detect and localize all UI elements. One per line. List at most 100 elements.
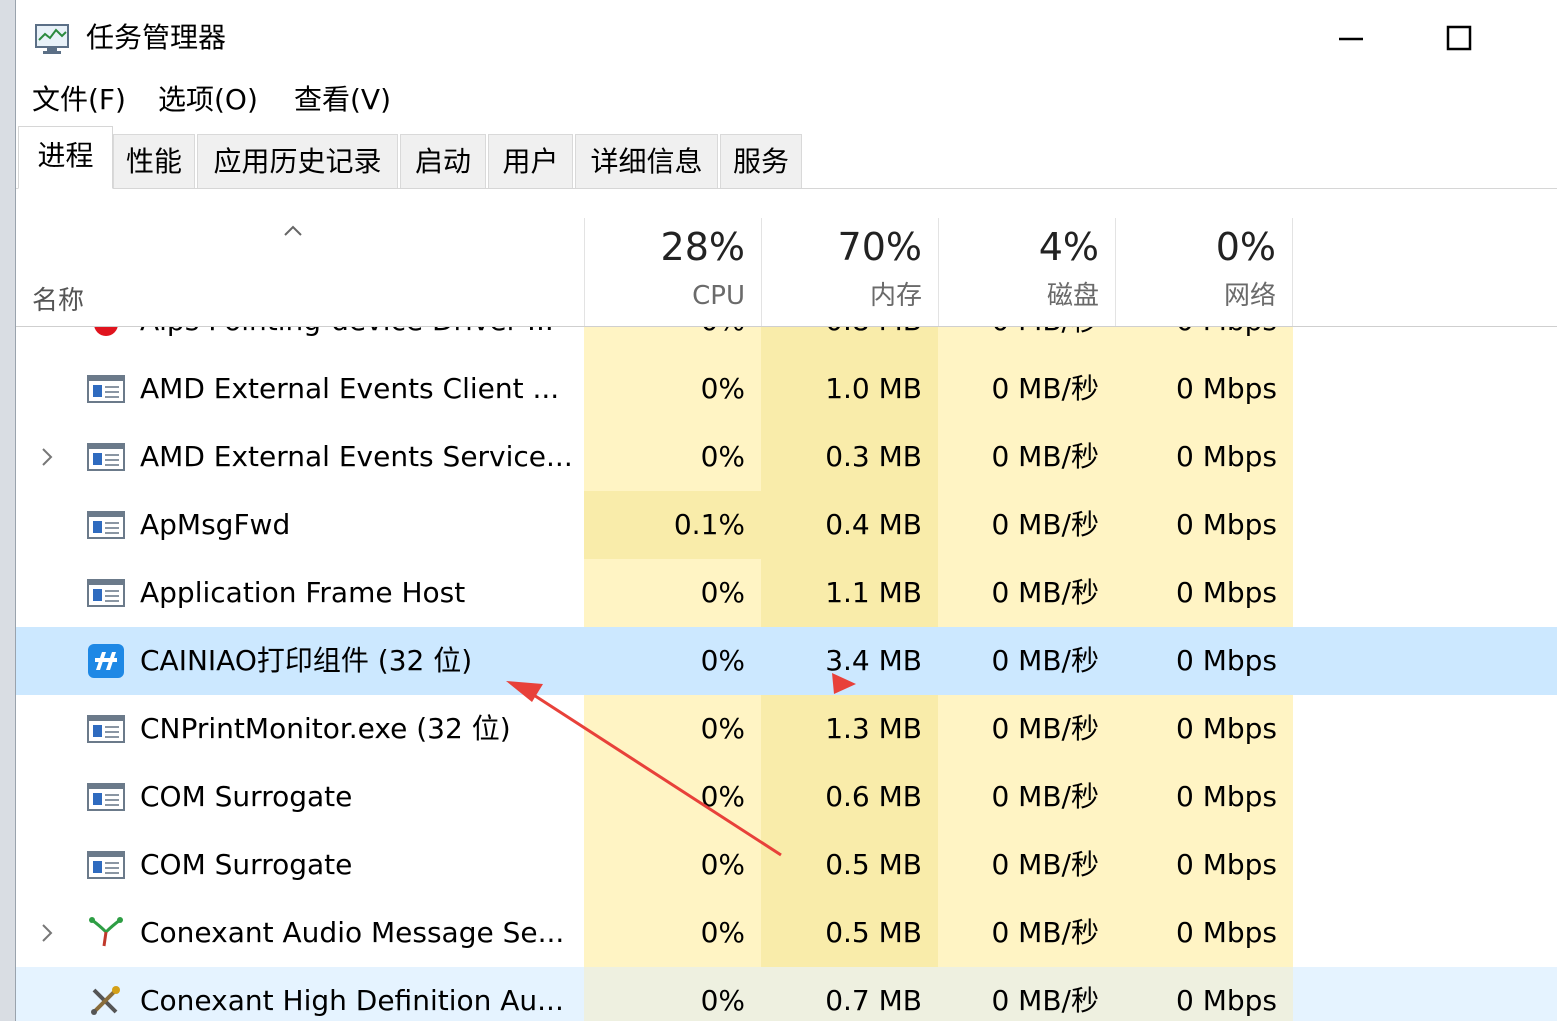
maximize-button[interactable]	[1429, 14, 1489, 62]
process-name-cell: COM Surrogate	[16, 763, 584, 831]
table-row[interactable]: AMD External Events Client ... 0% 1.0 MB…	[16, 355, 1557, 423]
network-value: 0 Mbps	[1115, 559, 1293, 627]
memory-column-label: 内存	[869, 281, 922, 311]
network-value: 0 Mbps	[1115, 899, 1293, 967]
window-icon	[86, 780, 126, 814]
process-name-cell: CAINIAO打印组件 (32 位)	[16, 627, 584, 695]
window-icon	[86, 508, 126, 542]
network-value: 0 Mbps	[1115, 491, 1293, 559]
network-column-label: 网络	[1223, 281, 1276, 311]
conexant-tools-icon	[86, 984, 126, 1018]
tab-performance[interactable]: 性能	[113, 134, 195, 188]
alps-pointing-icon	[86, 327, 126, 338]
process-name: AMD External Events Client ...	[140, 372, 560, 405]
process-name-cell: Conexant Audio Message Se...	[16, 899, 584, 967]
process-name-cell: Application Frame Host	[16, 559, 584, 627]
network-value: 0 Mbps	[1115, 695, 1293, 763]
table-row[interactable]: Alps Pointing-device Driver ... 0% 0.8 M…	[16, 327, 1557, 355]
process-name: Alps Pointing-device Driver ...	[140, 327, 554, 355]
network-value: 0 Mbps	[1115, 355, 1293, 423]
cpu-total-percent: 28%	[660, 225, 745, 269]
memory-value: 1.0 MB	[761, 355, 938, 423]
disk-value: 0 MB/秒	[938, 763, 1115, 831]
cpu-value: 0%	[584, 967, 761, 1021]
disk-total-percent: 4%	[1038, 225, 1099, 269]
column-header-cpu[interactable]: 28% CPU	[584, 218, 761, 326]
cpu-value: 0%	[584, 627, 761, 695]
disk-value: 0 MB/秒	[938, 559, 1115, 627]
network-value: 0 Mbps	[1115, 831, 1293, 899]
tab-app-history[interactable]: 应用历史记录	[197, 134, 398, 188]
cainiao-print-icon	[86, 644, 126, 678]
expand-chevron-icon[interactable]	[38, 443, 56, 471]
cpu-value: 0%	[584, 355, 761, 423]
table-row[interactable]: Application Frame Host 0% 1.1 MB 0 MB/秒 …	[16, 559, 1557, 627]
tab-processes[interactable]: 进程	[18, 126, 113, 189]
column-header-memory[interactable]: 70% 内存	[761, 218, 938, 326]
table-row[interactable]: CNPrintMonitor.exe (32 位) 0% 1.3 MB 0 MB…	[16, 695, 1557, 763]
memory-value: 1.1 MB	[761, 559, 938, 627]
process-name: COM Surrogate	[140, 780, 353, 813]
tab-details[interactable]: 详细信息	[575, 134, 718, 188]
menu-options[interactable]: 选项(O)	[158, 78, 258, 122]
memory-value: 1.3 MB	[761, 695, 938, 763]
window-icon	[86, 372, 126, 406]
process-list: Alps Pointing-device Driver ... 0% 0.8 M…	[16, 327, 1557, 1021]
sort-ascending-icon[interactable]	[278, 220, 308, 240]
cpu-value: 0%	[584, 899, 761, 967]
network-value: 0 Mbps	[1115, 763, 1293, 831]
process-name: ApMsgFwd	[140, 508, 291, 541]
table-row[interactable]: ApMsgFwd 0.1% 0.4 MB 0 MB/秒 0 Mbps	[16, 491, 1557, 559]
tab-users[interactable]: 用户	[488, 134, 573, 188]
minimize-button[interactable]	[1321, 14, 1381, 62]
disk-value: 0 MB/秒	[938, 327, 1115, 355]
minimize-icon	[1339, 37, 1363, 41]
network-value: 0 Mbps	[1115, 967, 1293, 1021]
window-icon	[86, 440, 126, 474]
cpu-value: 0%	[584, 831, 761, 899]
task-manager-icon	[34, 22, 72, 56]
process-name-cell: Alps Pointing-device Driver ...	[16, 327, 584, 355]
conexant-audio-icon	[86, 916, 126, 950]
disk-value: 0 MB/秒	[938, 695, 1115, 763]
network-total-percent: 0%	[1215, 225, 1276, 269]
menu-view[interactable]: 查看(V)	[294, 78, 391, 122]
table-row[interactable]: Conexant Audio Message Se... 0% 0.5 MB 0…	[16, 899, 1557, 967]
process-name: Conexant Audio Message Se...	[140, 916, 565, 949]
menu-file[interactable]: 文件(F)	[32, 78, 126, 122]
memory-value: 0.3 MB	[761, 423, 938, 491]
memory-value: 0.8 MB	[761, 327, 938, 355]
background-window-edge	[0, 0, 16, 1021]
memory-value: 3.4 MB	[761, 627, 938, 695]
memory-value: 0.5 MB	[761, 899, 938, 967]
table-row[interactable]: CAINIAO打印组件 (32 位) 0% 3.4 MB 0 MB/秒 0 Mb…	[16, 627, 1557, 695]
network-value: 0 Mbps	[1115, 327, 1293, 355]
process-name: Conexant High Definition Au...	[140, 984, 564, 1017]
process-name: CAINIAO打印组件 (32 位)	[140, 644, 473, 677]
column-header-name[interactable]: 名称	[32, 280, 84, 317]
disk-value: 0 MB/秒	[938, 355, 1115, 423]
tab-services[interactable]: 服务	[720, 134, 802, 188]
process-name-cell: Conexant High Definition Au...	[16, 967, 584, 1021]
task-manager-window: 任务管理器 文件(F) 选项(O) 查看(V) 进程 性能 应用历史记录 启动 …	[16, 0, 1557, 1021]
process-name-cell: AMD External Events Client ...	[16, 355, 584, 423]
tab-startup[interactable]: 启动	[400, 134, 486, 188]
process-name: Application Frame Host	[140, 576, 466, 609]
column-header-disk[interactable]: 4% 磁盘	[938, 218, 1115, 326]
table-row[interactable]: AMD External Events Service... 0% 0.3 MB…	[16, 423, 1557, 491]
process-name: COM Surrogate	[140, 848, 353, 881]
expand-chevron-icon[interactable]	[38, 919, 56, 947]
window-title: 任务管理器	[86, 21, 227, 54]
process-name: CNPrintMonitor.exe (32 位)	[140, 712, 511, 745]
memory-total-percent: 70%	[837, 225, 922, 269]
table-row[interactable]: Conexant High Definition Au... 0% 0.7 MB…	[16, 967, 1557, 1021]
table-row[interactable]: COM Surrogate 0% 0.6 MB 0 MB/秒 0 Mbps	[16, 763, 1557, 831]
process-name-cell: CNPrintMonitor.exe (32 位)	[16, 695, 584, 763]
column-headers: 名称 28% CPU 70% 内存 4% 磁盘 0% 网络	[16, 188, 1557, 327]
column-header-network[interactable]: 0% 网络	[1115, 218, 1292, 326]
maximize-icon	[1446, 25, 1472, 51]
table-row[interactable]: COM Surrogate 0% 0.5 MB 0 MB/秒 0 Mbps	[16, 831, 1557, 899]
cpu-value: 0%	[584, 559, 761, 627]
window-icon	[86, 848, 126, 882]
process-name-cell: COM Surrogate	[16, 831, 584, 899]
